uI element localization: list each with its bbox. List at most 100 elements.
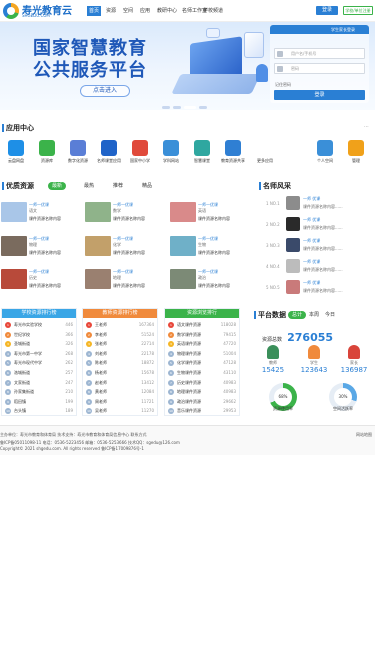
ranking-number: 1 [168,322,174,328]
ranking-row[interactable]: 10 音乐课件资源 29953 [165,406,239,416]
resources-section-title: 优质资源 [2,182,34,190]
resource-thumbnail [1,202,27,222]
login-panel-header[interactable]: 学生家长登录 [270,25,369,34]
sitemap-link[interactable]: 网站地图 [356,432,372,438]
ranking-row[interactable]: 1 王老师 167364 [83,320,157,330]
resource-card[interactable]: 一师一优课 生物 课件资源名称内容 [170,236,255,262]
remember-password-checkbox[interactable]: 记住密码 [275,82,291,88]
resource-card[interactable]: 一师一优课 政治 课件资源名称内容 [170,269,255,295]
resource-card[interactable]: 一师一优课 数学 课件资源名称内容 [85,202,170,228]
ranking-row[interactable]: 6 洛城街道 257 [2,368,76,378]
resource-card[interactable]: 一师一优课 语文 课件资源名称内容 [1,202,86,228]
ranking-row[interactable]: 8 黄老师 12084 [83,387,157,397]
ranking-row[interactable]: 4 寿光市第一中学 268 [2,349,76,359]
resource-thumbnail [85,269,111,289]
site-logo[interactable]: 寿光教育云 SHGEDU.COM [3,2,83,20]
nav-apps[interactable]: 应用 [140,6,150,16]
ranking-row[interactable]: 6 杨老师 15678 [83,368,157,378]
app-tile[interactable]: 个人空间 [310,140,340,170]
stats-tab-today[interactable]: 今日 [323,311,337,319]
tab-quality[interactable]: 精品 [140,182,154,190]
ranking-row[interactable]: 3 张老师 22714 [83,339,157,349]
ranking-row[interactable]: 3 英语课件资源 47720 [165,339,239,349]
ranking-row[interactable]: 2 李老师 51524 [83,330,157,340]
apps-grid: 云盘网盘 资源库 数字化资源 名师课堂应用 国家中小学 学科网站 智慧课堂 教育… [0,140,375,170]
ranking-row[interactable]: 5 化学课件资源 47128 [165,358,239,368]
ranking-row[interactable]: 7 文家街道 247 [2,378,76,388]
ranking-value: 15678 [141,370,154,375]
ranking-row[interactable]: 10 台头镇 189 [2,406,76,416]
tab-latest[interactable]: 最新 [48,182,67,190]
ranking-row[interactable]: 6 生物课件资源 43110 [165,368,239,378]
app-tile[interactable]: 管理 [341,140,371,170]
banner-dot-active[interactable] [184,106,196,109]
ranking-row[interactable]: 7 赵老师 13412 [83,378,157,388]
teacher-item[interactable]: 2 NO.2 一师 优课 课件资源名称内容...... [259,217,371,235]
banner-dot[interactable] [199,106,207,109]
app-tile[interactable]: 资源库 [32,140,62,170]
password-field[interactable]: 密码 [274,63,365,74]
nav-resources[interactable]: 资源 [106,6,116,16]
ranking-row[interactable]: 4 刘老师 22178 [83,349,157,359]
ranking-row[interactable]: 1 寿光市实验学校 446 [2,320,76,330]
resource-card[interactable]: 一师一优课 地理 课件资源名称内容 [85,269,170,295]
banner-dot[interactable] [162,106,170,109]
teacher-item[interactable]: 4 NO.4 一师 优课 课件资源名称内容...... [259,259,371,277]
ranking-value: 29662 [223,398,236,404]
teacher-name: 一师 优课 [303,259,321,264]
nav-research[interactable]: 教研中心 [157,6,177,16]
ranking-row[interactable]: 9 稻田镇 199 [2,397,76,407]
apps-more-link[interactable]: ··· [364,124,369,130]
app-tile[interactable]: 名师课堂应用 [94,140,124,170]
tab-hot[interactable]: 最热 [82,182,96,190]
ranking-row[interactable]: 8 地理课件资源 40983 [165,387,239,397]
ranking-row[interactable]: 5 寿光市现代中学 262 [2,358,76,368]
ranking-name: 张老师 [95,341,107,347]
ranking-row[interactable]: 2 数学课件资源 79415 [165,330,239,340]
teacher-item[interactable]: 3 NO.3 一师 优课 课件资源名称内容...... [259,238,371,256]
ranking-row[interactable]: 9 周老师 11721 [83,397,157,407]
nav-home[interactable]: 首页 [87,6,102,16]
ranking-row[interactable]: 8 孙家集街道 210 [2,387,76,397]
banner-pagination[interactable] [162,106,212,109]
stat-value: 15425 [261,366,285,374]
app-tile[interactable]: 学科网站 [156,140,186,170]
teacher-item[interactable]: 1 NO.1 一师 优课 课件资源名称内容...... [259,196,371,214]
resource-card[interactable]: 一师一优课 物理 课件资源名称内容 [1,236,86,262]
ranking-row[interactable]: 4 物理课件资源 51004 [165,349,239,359]
resource-card[interactable]: 一师一优课 化学 课件资源名称内容 [85,236,170,262]
login-submit-button[interactable]: 登录 [274,90,365,100]
resource-card[interactable]: 一师一优课 英语 课件资源名称内容 [170,202,255,228]
app-tile[interactable]: 智慧课堂 [187,140,217,170]
app-tile[interactable]: 云盘网盘 [1,140,31,170]
register-button[interactable]: 学校/单位注册 [343,6,373,15]
ranking-row[interactable]: 5 陈老师 18872 [83,358,157,368]
ranking-row[interactable]: 3 圣城街道 326 [2,339,76,349]
app-tile[interactable]: 数字化资源 [63,140,93,170]
ranking-row[interactable]: 7 历史课件资源 40983 [165,378,239,388]
teacher-desc: 课件资源名称内容...... [303,204,343,209]
ranking-row[interactable]: 2 世纪学校 366 [2,330,76,340]
stats-section-title: 平台数据 [254,311,286,319]
ranking-header: 资源浏览排行 [165,309,239,318]
username-field[interactable]: 用户名/手机号 [274,48,365,59]
ranking-row[interactable]: 10 吴老师 11270 [83,406,157,416]
app-tile[interactable]: 教育资源共享 [218,140,248,170]
stats-tab-total[interactable]: 总计 [288,311,307,319]
banner-enter-button[interactable]: 点击进入 [80,85,130,97]
app-tile[interactable]: 国家中小学 [125,140,155,170]
banner-dot[interactable] [173,106,181,109]
app-tile[interactable]: 更多应用 [250,140,280,170]
footer-line-copyright: Copyright© 2021 shgedu.com. All rights r… [0,446,144,451]
ranking-value: 247 [65,379,73,385]
tab-recommend[interactable]: 推荐 [111,182,125,190]
ranking-row[interactable]: 9 政治课件资源 29662 [165,397,239,407]
ranking-value: 326 [65,341,73,347]
nav-space[interactable]: 空间 [123,6,133,16]
stats-tab-week[interactable]: 本周 [307,311,321,319]
login-button[interactable]: 登录 [316,6,338,15]
teacher-item[interactable]: 5 NO.5 一师 优课 课件资源名称内容...... [259,280,371,298]
ranking-row[interactable]: 1 语文课件资源 118028 [165,320,239,330]
resource-card[interactable]: 一师一优课 历史 课件资源名称内容 [1,269,86,295]
nav-school-channel[interactable]: 学校频道 [203,6,223,16]
